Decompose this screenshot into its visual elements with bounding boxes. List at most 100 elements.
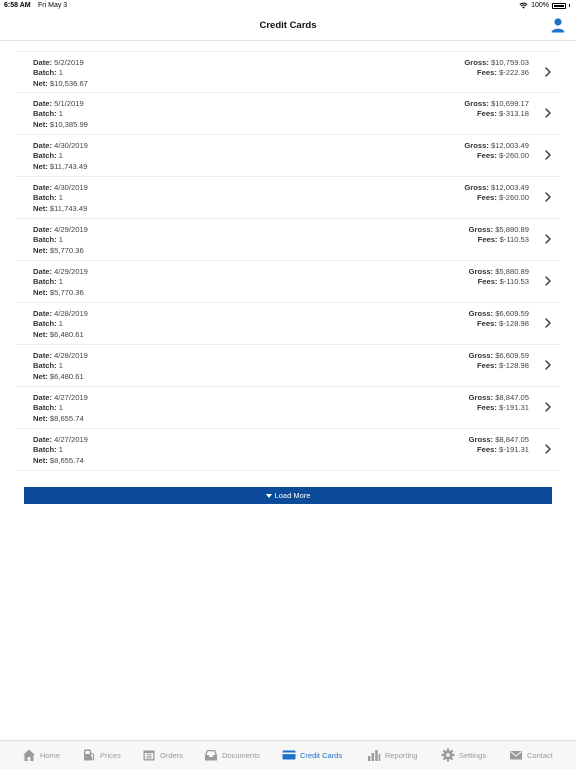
row-fees: Fees: $-128.98 [469, 361, 529, 371]
status-bar: 6:58 AM Fri May 3 100% [0, 0, 576, 12]
net-label: Net: [33, 371, 48, 381]
net-value: $6,480.61 [49, 329, 84, 339]
batch-label: Batch: [33, 151, 57, 161]
batch-value: 1 [58, 151, 63, 161]
date-value: 5/2/2019 [54, 58, 84, 67]
row-right-details: Gross: $8,847.05 Fees: $-191.31 [469, 435, 529, 456]
user-profile-icon[interactable] [550, 17, 566, 33]
date-value: 4/30/2019 [54, 141, 88, 150]
date-label: Date: [33, 267, 52, 276]
batch-label: Batch: [33, 68, 57, 78]
row-fees: Fees: $-222.36 [464, 68, 529, 78]
row-date: Date: 4/28/2019 [33, 309, 88, 319]
chevron-right-icon [545, 360, 551, 370]
list-item[interactable]: Date: 4/30/2019 Batch: 1 Net: $11,743.49… [16, 135, 560, 177]
inbox-icon [205, 750, 217, 761]
list-item[interactable]: Date: 4/28/2019 Batch: 1 Net: $6,480.61 … [16, 345, 560, 387]
list-item[interactable]: Date: 4/28/2019 Batch: 1 Net: $6,480.61 … [16, 303, 560, 345]
chevron-right-icon [545, 402, 551, 412]
date-label: Date: [33, 435, 52, 444]
battery-icon [552, 2, 566, 9]
net-label: Net: [33, 78, 48, 88]
tab-orders[interactable]: Orders [142, 747, 183, 763]
net-value: $10,385.99 [49, 119, 88, 129]
row-date: Date: 5/1/2019 [33, 99, 88, 109]
batch-value: 1 [58, 319, 63, 329]
fees-label: Fees: [477, 151, 497, 161]
list-item[interactable]: Date: 4/29/2019 Batch: 1 Net: $5,770.36 … [16, 261, 560, 303]
net-value: $8,655.74 [49, 455, 84, 465]
row-batch: Batch: 1 [33, 68, 88, 78]
fees-value: $-260.00 [499, 151, 529, 161]
row-gross: Gross: $12,003.49 [464, 183, 529, 193]
date-label: Date: [33, 99, 52, 108]
chevron-right-icon [545, 276, 551, 286]
date-label: Date: [33, 183, 52, 192]
batch-label: Batch: [33, 277, 57, 287]
row-batch: Batch: 1 [33, 277, 88, 287]
chevron-right-icon [545, 67, 551, 77]
bar-chart-icon [368, 750, 381, 761]
net-value: $6,480.61 [49, 371, 84, 381]
row-left-details: Date: 4/27/2019 Batch: 1 Net: $8,655.74 [33, 435, 88, 466]
gross-value: $8,847.05 [495, 435, 529, 444]
tab-prices[interactable]: Prices [82, 747, 121, 763]
net-label: Net: [33, 287, 48, 297]
row-fees: Fees: $-191.31 [469, 445, 529, 455]
load-more-button[interactable]: Load More [24, 487, 552, 504]
row-fees: Fees: $-128.98 [469, 319, 529, 329]
batch-value: 1 [58, 68, 63, 78]
net-label: Net: [33, 413, 48, 423]
gross-label: Gross: [464, 99, 489, 108]
net-value: $8,655.74 [49, 413, 84, 423]
fees-label: Fees: [477, 109, 497, 119]
gross-label: Gross: [468, 225, 494, 234]
list-item[interactable]: Date: 4/27/2019 Batch: 1 Net: $8,655.74 … [16, 429, 560, 471]
list-item[interactable]: Date: 4/30/2019 Batch: 1 Net: $11,743.49… [16, 177, 560, 219]
battery-percent: 100% [531, 2, 549, 9]
row-batch: Batch: 1 [33, 109, 88, 119]
tab-credit-cards[interactable]: Credit Cards [282, 747, 342, 763]
row-net: Net: $11,743.49 [33, 162, 88, 172]
date-value: 4/27/2019 [54, 435, 88, 444]
gear-icon [441, 748, 455, 762]
row-batch: Batch: 1 [33, 403, 88, 413]
tab-settings[interactable]: Settings [441, 747, 486, 763]
home-icon [23, 749, 35, 761]
list-item[interactable]: Date: 5/2/2019 Batch: 1 Net: $10,536.67 … [16, 51, 560, 93]
net-value: $11,743.49 [49, 203, 88, 213]
row-right-details: Gross: $5,880.89 Fees: $-110.53 [469, 225, 529, 246]
fees-value: $-313.18 [499, 109, 529, 119]
row-net: Net: $8,655.74 [33, 414, 88, 424]
row-right-details: Gross: $12,003.49 Fees: $-260.00 [464, 183, 529, 204]
fees-label: Fees: [477, 361, 497, 371]
row-net: Net: $8,655.74 [33, 456, 88, 466]
list-item[interactable]: Date: 4/29/2019 Batch: 1 Net: $5,770.36 … [16, 219, 560, 261]
credit-card-list: Date: 5/2/2019 Batch: 1 Net: $10,536.67 … [16, 51, 560, 471]
row-left-details: Date: 4/30/2019 Batch: 1 Net: $11,743.49 [33, 141, 88, 172]
load-more-label: Load More [274, 491, 311, 500]
fees-label: Fees: [477, 277, 498, 287]
tab-label: Documents [222, 750, 260, 760]
tab-documents[interactable]: Documents [204, 747, 260, 763]
gross-value: $10,759.03 [490, 58, 529, 67]
tab-contact[interactable]: Contact [509, 747, 553, 763]
tab-home[interactable]: Home [22, 747, 60, 763]
gross-value: $6,609.59 [495, 309, 529, 318]
fees-value: $-260.00 [499, 193, 529, 203]
list-item[interactable]: Date: 5/1/2019 Batch: 1 Net: $10,385.99 … [16, 93, 560, 135]
row-right-details: Gross: $6,609.59 Fees: $-128.98 [469, 351, 529, 372]
row-date: Date: 5/2/2019 [33, 58, 88, 68]
tab-label: Home [40, 750, 61, 760]
tab-label: Prices [100, 750, 121, 760]
row-gross: Gross: $6,609.59 [469, 309, 529, 319]
date-value: 5/1/2019 [54, 99, 84, 108]
tab-reporting[interactable]: Reporting [367, 747, 418, 763]
row-left-details: Date: 4/29/2019 Batch: 1 Net: $5,770.36 [33, 225, 88, 256]
list-item[interactable]: Date: 4/27/2019 Batch: 1 Net: $8,655.74 … [16, 387, 560, 429]
date-label: Date: [33, 225, 52, 234]
fees-label: Fees: [477, 319, 497, 329]
gross-label: Gross: [468, 309, 494, 318]
row-left-details: Date: 4/28/2019 Batch: 1 Net: $6,480.61 [33, 351, 88, 382]
page-title: Credit Cards [259, 20, 317, 31]
